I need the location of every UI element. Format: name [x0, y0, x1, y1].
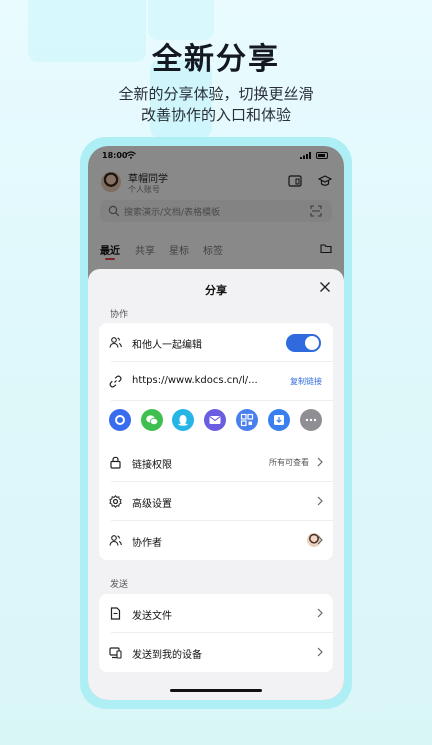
- collaborators-row[interactable]: 协作者: [99, 521, 333, 560]
- hero-subtitle-line2: 改善协作的入口和体验: [140, 106, 291, 124]
- share-link-url: https://www.kdocs.cn/l/...: [132, 375, 258, 386]
- link-permission-value: 所有可查看: [269, 458, 309, 467]
- send-file-row[interactable]: 发送文件: [99, 594, 333, 633]
- link-permission-label: 链接权限: [132, 460, 172, 471]
- hero-title: 全新分享: [152, 42, 280, 77]
- advanced-settings-label: 高级设置: [132, 499, 172, 510]
- qrcode-icon[interactable]: [236, 409, 258, 431]
- link-icon: [109, 375, 122, 388]
- collab-section-label: 协作: [110, 310, 129, 320]
- people-icon: [109, 535, 122, 546]
- save-to-image-icon[interactable]: [268, 409, 290, 431]
- home-indicator: [170, 689, 262, 692]
- close-icon[interactable]: [319, 281, 331, 293]
- wechat-icon[interactable]: [141, 409, 163, 431]
- chevron-right-icon: [317, 457, 323, 467]
- file-icon: [110, 607, 121, 620]
- toggle-knob: [305, 336, 319, 350]
- send-to-device-row[interactable]: 发送到我的设备: [99, 633, 333, 672]
- chevron-right-icon: [317, 535, 323, 545]
- people-icon: [109, 337, 122, 348]
- send-card: 发送文件 发送到我的设备: [99, 594, 333, 672]
- send-to-device-label: 发送到我的设备: [132, 650, 202, 661]
- hero-subtitle-line1: 全新的分享体验，切换更丝滑: [118, 85, 314, 103]
- kdocs-icon[interactable]: [109, 409, 131, 431]
- edit-together-label: 和他人一起编辑: [132, 340, 202, 351]
- edit-together-row[interactable]: 和他人一起编辑: [99, 323, 333, 362]
- collaborators-label: 协作者: [132, 538, 162, 549]
- link-permission-row[interactable]: 链接权限 所有可查看: [99, 443, 333, 482]
- email-icon[interactable]: [204, 409, 226, 431]
- advanced-settings-row[interactable]: 高级设置: [99, 482, 333, 521]
- gear-icon: [109, 495, 122, 508]
- collab-card: 和他人一起编辑 https://www.kdocs.cn/l/... 复制链接: [99, 323, 333, 560]
- copy-link-button[interactable]: 复制链接: [290, 376, 322, 387]
- share-sheet: 分享 协作 和他人一起编辑 https://www.kdocs.cn/l/...…: [88, 269, 344, 700]
- lock-icon: [110, 456, 121, 469]
- more-icon[interactable]: [300, 409, 322, 431]
- sheet-title: 分享: [205, 284, 227, 297]
- share-targets: [99, 401, 333, 440]
- chevron-right-icon: [317, 496, 323, 506]
- edit-together-toggle[interactable]: [286, 334, 321, 352]
- phone-screen: 18:00 草帽同学 个人账号 搜索演示/文档/表格模板 最近 共享 星标 标签…: [88, 146, 344, 700]
- chevron-right-icon: [317, 608, 323, 618]
- qq-icon[interactable]: [172, 409, 194, 431]
- devices-icon: [109, 647, 122, 659]
- send-section-label: 发送: [110, 580, 129, 590]
- link-row[interactable]: https://www.kdocs.cn/l/... 复制链接: [99, 362, 333, 401]
- send-file-label: 发送文件: [132, 611, 172, 622]
- chevron-right-icon: [317, 647, 323, 657]
